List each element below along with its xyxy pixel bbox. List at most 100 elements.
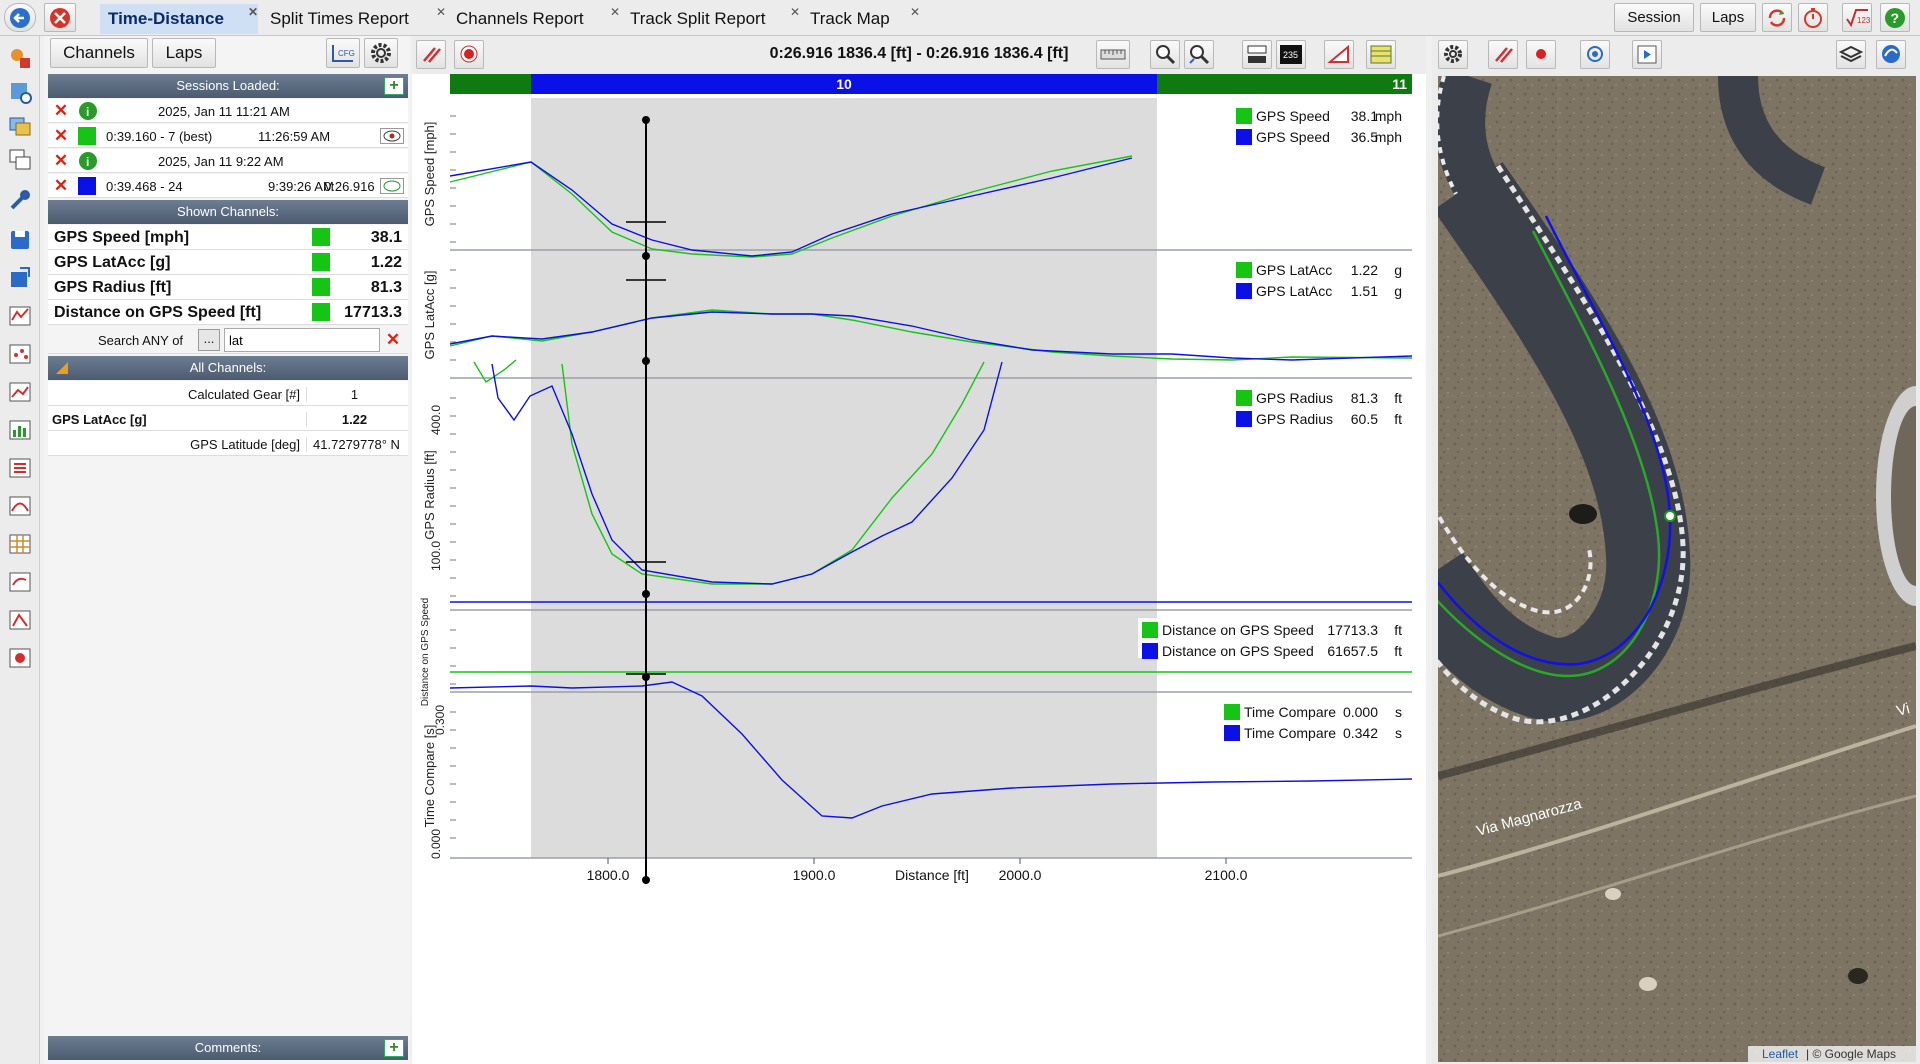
shown-channel-row[interactable]: GPS Radius [ft] 81.3 — [48, 275, 408, 300]
lap-row[interactable]: ✕ 0:39.468 - 24 9:39:26 AM 0:26.916 — [48, 174, 408, 198]
time-distance-plot[interactable]: 10 11 GPS Speed [mph] GPS LatAcc [g] GPS Ra… — [412, 74, 1426, 1064]
remove-session-icon[interactable]: ✕ — [52, 152, 70, 170]
hidden-eye-icon[interactable] — [380, 178, 404, 194]
remove-session-icon[interactable]: ✕ — [52, 102, 70, 120]
close-session-icon[interactable] — [44, 3, 76, 32]
channel-color[interactable] — [312, 278, 330, 296]
tab-bar: Time-Distance ✕ Split Times Report ✕ Chann… — [0, 0, 1920, 36]
line-chart-icon[interactable] — [6, 378, 34, 406]
zoom-out-icon[interactable] — [1184, 40, 1214, 69]
channel-color[interactable] — [312, 303, 330, 321]
tab-close-icon[interactable]: ✕ — [910, 6, 920, 18]
add-session-icon[interactable]: + — [384, 77, 404, 95]
tab-close-icon[interactable]: ✕ — [248, 6, 258, 18]
lap-color-swatch[interactable] — [78, 127, 96, 145]
lap-color-swatch[interactable] — [78, 177, 96, 195]
tab-close-icon[interactable]: ✕ — [790, 6, 800, 18]
center-icon[interactable] — [1580, 40, 1610, 69]
legend-value: 0.000 — [1343, 704, 1378, 720]
add-comment-icon[interactable]: + — [384, 1039, 404, 1057]
histogram-icon[interactable] — [6, 492, 34, 520]
gauge-icon[interactable] — [6, 606, 34, 634]
session-row[interactable]: ✕ i 2025, Jan 11 11:21 AM — [48, 99, 408, 123]
channel-row[interactable]: Calculated Gear [#] 1 — [48, 381, 408, 406]
search-input[interactable] — [224, 328, 380, 352]
scatter-icon[interactable] — [6, 340, 34, 368]
shown-channel-row[interactable]: Distance on GPS Speed [ft] 17713.3 — [48, 300, 408, 325]
gear-icon[interactable] — [364, 38, 398, 68]
eye-icon[interactable] — [380, 128, 404, 144]
channel-row[interactable]: GPS Latitude [deg] 41.7279778° N — [48, 431, 408, 456]
y-tick-label: 0.000 — [429, 829, 443, 859]
remove-lap-icon[interactable]: ✕ — [52, 177, 70, 195]
layers-icon[interactable] — [6, 112, 34, 140]
search-options-button[interactable]: ... — [198, 329, 220, 351]
shown-channel-row[interactable]: GPS LatAcc [g] 1.22 — [48, 250, 408, 275]
session-row[interactable]: ✕ i 2025, Jan 11 9:22 AM — [48, 149, 408, 173]
settings-sessions-icon[interactable] — [6, 78, 34, 106]
channel-color[interactable] — [312, 253, 330, 271]
lap-label: 0:39.468 - 24 — [106, 179, 183, 194]
export-icon[interactable] — [6, 264, 34, 292]
info-icon[interactable]: i — [78, 151, 98, 171]
config-icon[interactable]: CFG — [326, 38, 360, 68]
info-icon[interactable]: i — [78, 101, 98, 121]
counter-icon[interactable]: 235 — [1276, 40, 1306, 69]
y-tick-label: 400.0 — [429, 405, 443, 435]
svg-text:i: i — [86, 105, 89, 119]
laps-button[interactable]: Laps — [1700, 3, 1756, 32]
graph-icon[interactable] — [6, 302, 34, 330]
delta-icon[interactable] — [1324, 40, 1354, 69]
track-edit-icon[interactable] — [1876, 40, 1906, 69]
play-icon[interactable] — [1632, 40, 1662, 69]
math-channel-icon[interactable]: 123 — [1842, 3, 1872, 32]
tab-time-distance[interactable]: Time-Distance ✕ — [100, 4, 258, 34]
sort-icon[interactable] — [54, 360, 70, 376]
clear-search-icon[interactable]: ✕ — [384, 331, 402, 349]
table-view-icon[interactable] — [1366, 40, 1396, 69]
channels-button[interactable]: Channels — [50, 38, 148, 68]
tab-track-split-report[interactable]: Track Split Report ✕ — [622, 4, 800, 34]
map-gear-icon[interactable] — [1438, 40, 1468, 69]
map-split-icon[interactable] — [1488, 40, 1518, 69]
bar-chart-icon[interactable] — [6, 416, 34, 444]
tab-channels-report[interactable]: Channels Report ✕ — [448, 4, 620, 34]
ruler-icon[interactable] — [1096, 40, 1130, 69]
channel-row[interactable]: GPS LatAcc [g] 1.22 — [48, 406, 408, 431]
tab-close-icon[interactable]: ✕ — [610, 6, 620, 18]
windows-icon[interactable] — [6, 146, 34, 174]
remove-lap-icon[interactable]: ✕ — [52, 127, 70, 145]
list-icon[interactable] — [6, 454, 34, 482]
track-report-icon[interactable] — [6, 568, 34, 596]
wrench-icon[interactable] — [6, 186, 34, 214]
shown-channel-row[interactable]: GPS Speed [mph] 38.1 — [48, 225, 408, 250]
cursor-marker — [642, 357, 650, 365]
save-icon[interactable] — [6, 226, 34, 254]
satellite-map[interactable]: Via Magnarozza Vi Leaflet | © Google Map… — [1438, 76, 1916, 1062]
legend-value: 60.5 — [1351, 411, 1378, 427]
cursor-marker — [642, 116, 650, 124]
leaflet-attribution-link[interactable]: Leaflet — [1762, 1047, 1799, 1061]
y-axis-label: GPS Speed [mph] — [422, 122, 437, 227]
back-icon[interactable] — [4, 3, 36, 32]
laps-panel-button[interactable]: Laps — [152, 38, 216, 68]
channel-value: 1.22 — [370, 254, 402, 271]
tab-track-map[interactable]: Track Map ✕ — [802, 4, 920, 34]
layout-icon[interactable] — [1242, 40, 1272, 69]
sync-icon[interactable] — [1762, 3, 1792, 32]
sessions-header-label: Sessions Loaded: — [176, 78, 280, 93]
table-icon[interactable] — [6, 530, 34, 558]
session-button[interactable]: Session — [1614, 3, 1694, 32]
tab-close-icon[interactable]: ✕ — [436, 6, 446, 18]
map-record-icon[interactable] — [1526, 40, 1556, 69]
svg-text:123: 123 — [1857, 16, 1871, 25]
stopwatch-icon[interactable] — [1798, 3, 1828, 32]
help-icon[interactable]: ? — [1880, 3, 1910, 32]
lap-row[interactable]: ✕ 0:39.160 - 7 (best) 11:26:59 AM — [48, 124, 408, 148]
channel-color[interactable] — [312, 228, 330, 246]
video-icon[interactable] — [6, 644, 34, 672]
map-layers-icon[interactable] — [1836, 40, 1866, 69]
tab-split-times-report[interactable]: Split Times Report ✕ — [262, 4, 446, 34]
zoom-in-icon[interactable] — [1150, 40, 1180, 69]
open-session-icon[interactable] — [6, 44, 34, 72]
